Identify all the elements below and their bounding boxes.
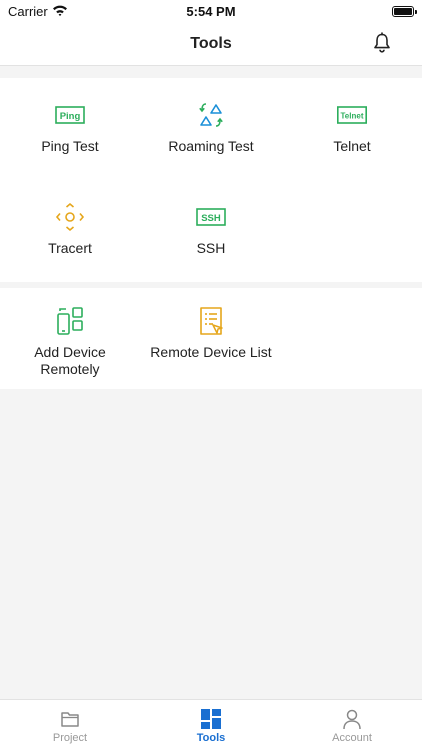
page-title: Tools [190,35,232,52]
svg-text:Telnet: Telnet [341,112,364,121]
diagnostic-tools-section: Ping Ping Test Roaming Test Telnet Telne… [0,78,422,282]
remote-list-icon [200,307,223,335]
add-device-icon [57,307,83,335]
tab-bar: Project Tools Account [0,699,422,750]
tracert-tool[interactable]: Tracert [0,202,140,257]
remote-device-list-label: Remote Device List [150,344,272,360]
telnet-tool[interactable]: Telnet Telnet [282,100,422,155]
ping-test-label: Ping Test [41,138,99,154]
status-time: 5:54 PM [186,4,236,19]
svg-text:SSH: SSH [201,213,221,224]
bell-icon[interactable] [372,32,392,54]
roaming-test-tool[interactable]: Roaming Test [141,100,281,155]
svg-text:Ping: Ping [60,111,81,122]
tracert-label: Tracert [48,240,92,256]
tab-account-label: Account [332,732,372,744]
ping-test-tool[interactable]: Ping Ping Test [0,100,140,155]
battery-icon [392,6,417,17]
ssh-icon: SSH [196,208,226,226]
status-bar: Carrier 5:54 PM [0,0,422,24]
remote-device-list-tool[interactable]: Remote Device List [141,306,281,361]
roaming-test-label: Roaming Test [168,138,254,154]
tab-account[interactable]: Account [282,700,422,750]
tab-tools[interactable]: Tools [141,700,281,750]
remote-tools-section: Add Device Remotely Remote Device List [0,288,422,389]
tab-tools-label: Tools [196,732,226,744]
ping-icon: Ping [55,106,85,124]
roaming-icon [199,103,223,127]
folder-icon [61,712,79,727]
telnet-icon: Telnet [337,106,367,124]
ssh-label: SSH [196,240,226,256]
person-icon [343,709,361,730]
tracert-icon [55,202,85,232]
grid-icon [201,709,221,729]
telnet-label: Telnet [333,138,371,154]
add-device-remotely-tool[interactable]: Add Device Remotely [0,306,140,378]
ssh-tool[interactable]: SSH SSH [141,202,281,257]
tab-project-label: Project [52,732,88,744]
nav-bar: Tools [0,24,422,66]
add-device-remotely-label: Add Device Remotely [34,344,106,377]
tab-project[interactable]: Project [0,700,140,750]
